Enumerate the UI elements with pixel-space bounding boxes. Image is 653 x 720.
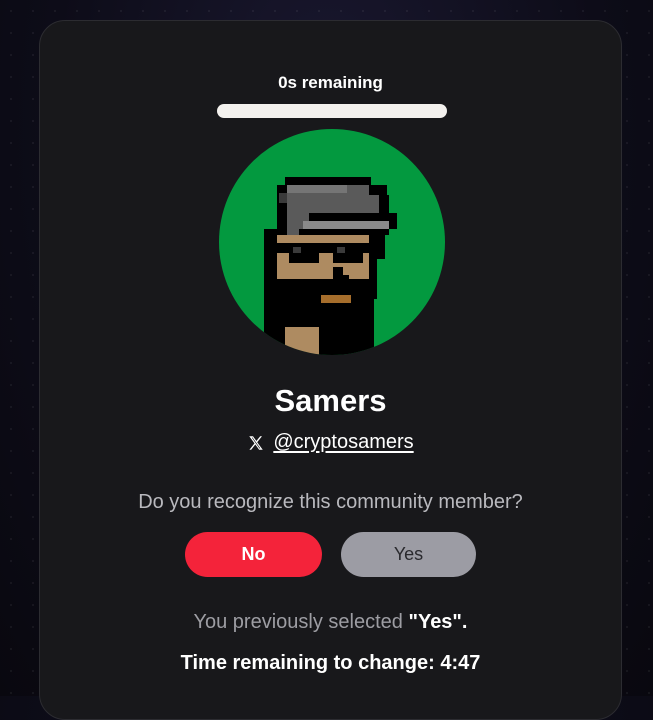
display-name: Samers [274, 383, 387, 418]
x-logo-icon [247, 434, 265, 452]
countdown-label: 0s remaining [278, 73, 383, 92]
pixel-punk-avatar-icon [264, 177, 397, 355]
countdown-progress-bar [217, 104, 447, 118]
social-handle-row: @cryptosamers [40, 431, 621, 454]
no-button[interactable]: No [185, 532, 322, 577]
recognition-question: Do you recognize this community member? [138, 491, 523, 513]
time-remaining-to-change: Time remaining to change: 4:47 [180, 652, 481, 674]
previous-selection-prefix: You previously selected [193, 611, 403, 633]
yes-button[interactable]: Yes [341, 532, 476, 577]
handle-link[interactable]: @cryptosamers [273, 431, 413, 454]
previous-selection-text: You previously selected "Yes". [40, 611, 621, 634]
countdown-progress-fill [217, 104, 447, 118]
avatar [219, 129, 445, 355]
verification-card: 0s remaining Samers @cryptosamers Do you… [39, 20, 622, 720]
previous-selection-value: "Yes". [408, 611, 468, 633]
